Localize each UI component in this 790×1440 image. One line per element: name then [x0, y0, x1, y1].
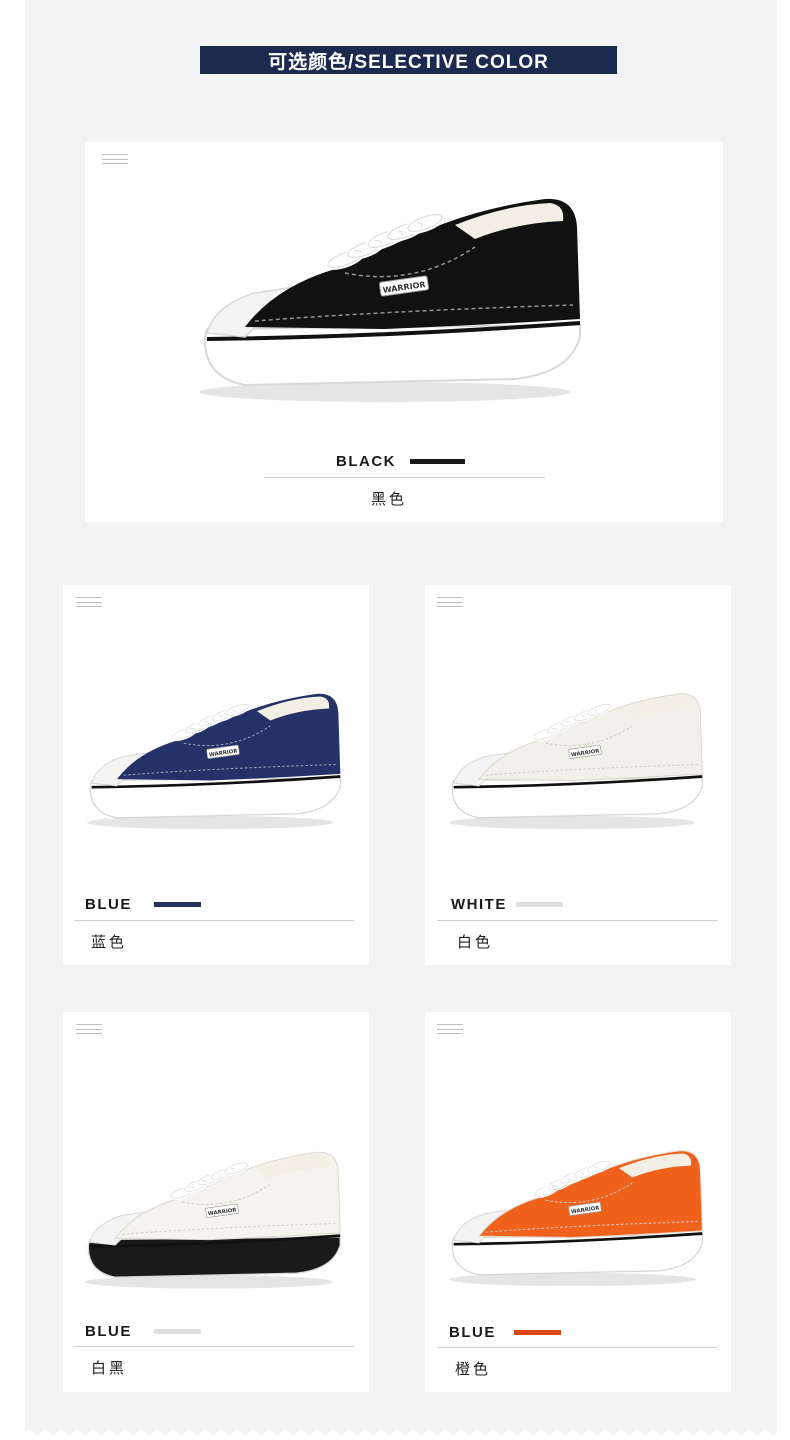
shoe-image-black: WARRIOR — [200, 198, 581, 402]
shoe-image-white-black: WARRIOR — [85, 1151, 341, 1289]
product-card-white-black[interactable]: WARRIOR BLUE 白黑 — [63, 1012, 369, 1392]
color-name-cn: 蓝色 — [91, 933, 128, 951]
color-name-cn: 白色 — [457, 933, 494, 951]
product-card-orange[interactable]: WARRIOR BLUE 橙色 — [425, 1012, 731, 1392]
menu-icon — [102, 154, 128, 164]
menu-icon — [437, 597, 463, 607]
color-name-cn: 白黑 — [91, 1359, 128, 1377]
divider — [74, 920, 354, 921]
color-name-en: BLACK — [336, 453, 396, 470]
color-label-row: WHITE — [451, 896, 563, 913]
color-label-row: BLACK — [336, 453, 465, 470]
product-card-blue[interactable]: WARRIOR BLUE 蓝色 — [63, 585, 369, 965]
color-name-en: WHITE — [451, 896, 507, 913]
color-swatch — [515, 902, 563, 907]
menu-icon — [76, 597, 102, 607]
menu-icon — [76, 1024, 102, 1034]
shoe-graphic: WARRIOR — [85, 1151, 341, 1289]
color-name-cn: 黑色 — [371, 490, 408, 508]
shoe-graphic: WARRIOR — [87, 693, 341, 830]
divider — [437, 920, 718, 921]
product-card-black[interactable]: WARRIOR BLACK 黑色 — [85, 142, 723, 522]
section-title: 可选颜色/SELECTIVE COLOR — [200, 46, 617, 74]
shoe-image-white: WARRIOR — [449, 693, 703, 830]
shoe-image-blue: WARRIOR — [87, 693, 341, 830]
color-swatch — [153, 1329, 201, 1334]
color-swatch — [513, 1330, 561, 1335]
divider — [437, 1347, 718, 1348]
color-name-en: BLUE — [449, 1324, 496, 1341]
color-label-row: BLUE — [85, 1323, 201, 1340]
section-title-text: 可选颜色/SELECTIVE COLOR — [268, 51, 549, 73]
color-swatch — [153, 902, 201, 907]
color-label-row: BLUE — [449, 1324, 561, 1341]
color-swatch — [410, 459, 465, 464]
shoe-graphic: WARRIOR — [200, 198, 581, 402]
product-card-white[interactable]: WARRIOR WHITE 白色 — [425, 585, 731, 965]
shoe-graphic: WARRIOR — [449, 693, 703, 830]
bottom-wave-edge — [25, 1428, 777, 1436]
color-label-row: BLUE — [85, 896, 201, 913]
divider — [74, 1346, 354, 1347]
color-name-cn: 橙色 — [455, 1360, 492, 1378]
color-name-en: BLUE — [85, 896, 132, 913]
divider — [264, 477, 545, 478]
menu-icon — [437, 1024, 463, 1034]
color-name-en: BLUE — [85, 1323, 132, 1340]
shoe-graphic: WARRIOR — [449, 1150, 703, 1287]
shoe-image-orange: WARRIOR — [449, 1150, 703, 1287]
